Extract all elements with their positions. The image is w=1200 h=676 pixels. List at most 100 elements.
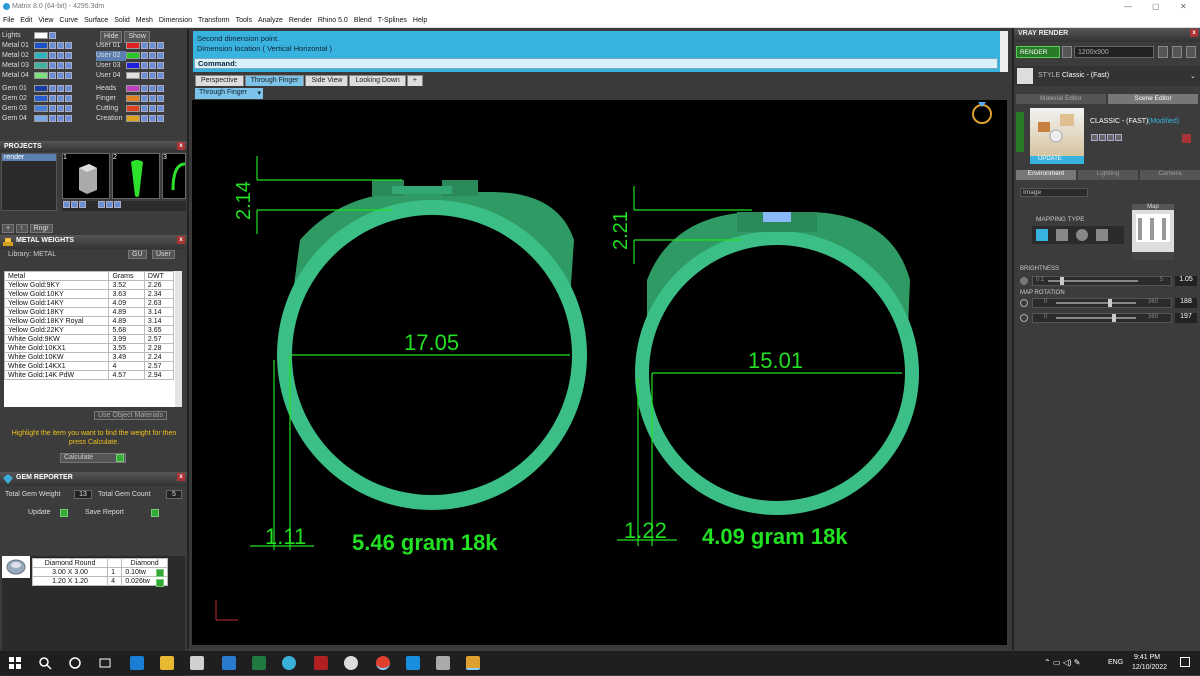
menu-analyze[interactable]: Analyze [255, 14, 286, 24]
table-row[interactable]: Yellow Gold:9KY 3.52 2.26 [4, 280, 175, 290]
lock-icon[interactable] [57, 61, 64, 69]
rotation-value-2[interactable]: 197 [1175, 313, 1197, 323]
preset-tool-icon[interactable] [1115, 134, 1122, 141]
table-row[interactable]: White Gold:10KW 3.49 2.24 [4, 352, 175, 362]
total-gem-count-field[interactable]: 5 [166, 490, 182, 499]
menu-view[interactable]: View [35, 14, 56, 24]
project-thumb[interactable]: 1 [62, 153, 110, 199]
select-icon[interactable] [157, 51, 164, 59]
save-icon[interactable] [1172, 46, 1182, 58]
map-sphere-icon[interactable] [1076, 229, 1088, 241]
preset-arrow[interactable] [1016, 112, 1024, 152]
map-cube-icon[interactable] [1056, 229, 1068, 241]
lock-icon[interactable] [149, 61, 156, 69]
project-thumb[interactable]: 3 [162, 153, 186, 199]
menu-blend[interactable]: Blend [351, 14, 375, 24]
table-row[interactable]: White Gold:10KX1 3.55 2.28 [4, 343, 175, 353]
eye-icon[interactable] [141, 94, 148, 102]
table-row[interactable]: White Gold:9KW 3.99 2.57 [4, 334, 175, 344]
map-plane-icon[interactable] [1036, 229, 1048, 241]
layer-color-swatch[interactable] [34, 51, 48, 59]
menu-curve[interactable]: Curve [56, 14, 81, 24]
project-list[interactable]: render [1, 153, 57, 211]
layer-row[interactable]: Gem 02 [2, 94, 92, 104]
close-icon[interactable]: x [177, 142, 185, 150]
menu-transform[interactable]: Transform [195, 14, 233, 24]
select-icon[interactable] [157, 114, 164, 122]
select-icon[interactable] [157, 84, 164, 92]
close-button[interactable]: ✕ [1180, 2, 1187, 11]
select-icon[interactable] [65, 114, 72, 122]
rotation-value-1[interactable]: 188 [1175, 298, 1197, 308]
tab-material-editor[interactable]: Material Editor [1016, 94, 1106, 104]
eye-icon[interactable] [141, 51, 148, 59]
layer-color-swatch[interactable] [34, 71, 48, 79]
layer-row[interactable]: Gem 04 [2, 114, 92, 124]
eye-icon[interactable] [49, 71, 56, 79]
eye-icon[interactable] [49, 114, 56, 122]
layer-row[interactable]: Creation [96, 114, 186, 124]
edge-icon[interactable] [130, 656, 144, 670]
zalo-icon[interactable] [406, 656, 420, 670]
layer-row[interactable]: Heads [96, 84, 186, 94]
row-go-icon[interactable] [156, 569, 164, 577]
tab-through-finger[interactable]: Through Finger [244, 75, 305, 86]
lock-icon[interactable] [57, 94, 64, 102]
layer-color-swatch[interactable] [126, 41, 140, 49]
add-icon[interactable] [63, 201, 70, 208]
table-row[interactable]: Yellow Gold:18KY 4.89 3.14 [4, 307, 175, 317]
lock-icon[interactable] [57, 41, 64, 49]
eye-icon[interactable] [49, 41, 56, 49]
clock-date[interactable]: 12/10/2022 [1132, 664, 1167, 671]
tab-looking-down[interactable]: Looking Down [349, 75, 406, 86]
tab-environment[interactable]: Environment [1016, 170, 1076, 180]
preset-tool-icon[interactable] [1099, 134, 1106, 141]
layer-row[interactable]: Metal 04 [2, 71, 92, 81]
gear-icon[interactable] [344, 656, 358, 670]
table-row[interactable]: White Gold:14KX1 4 2.57 [4, 361, 175, 371]
close-icon[interactable]: x [177, 473, 185, 481]
close-icon[interactable]: x [1190, 29, 1198, 37]
ring-button[interactable]: Rngr [29, 224, 53, 233]
lock-icon[interactable] [149, 104, 156, 112]
layer-row[interactable]: Gem 03 [2, 104, 92, 114]
menu-tools[interactable]: Tools [233, 14, 255, 24]
rhino-icon[interactable] [436, 656, 450, 670]
layer-color-swatch[interactable] [34, 84, 48, 92]
eye-icon[interactable] [141, 71, 148, 79]
tab-scene-editor[interactable]: Scene Editor [1108, 94, 1198, 104]
environment-type-select[interactable]: Image [1020, 188, 1088, 197]
menu-file[interactable]: File [0, 14, 17, 24]
project-item[interactable]: render [2, 154, 56, 161]
lock-icon[interactable] [57, 114, 64, 122]
up-button[interactable]: ↑ [16, 224, 28, 233]
mail-icon[interactable] [222, 656, 236, 670]
layer-color-swatch[interactable] [34, 114, 48, 122]
lock-icon[interactable] [149, 71, 156, 79]
rotation-handle[interactable] [1108, 299, 1112, 307]
viewport-title[interactable]: Through Finger ▾ [195, 88, 263, 99]
layer-row[interactable]: Metal 02 [2, 51, 92, 61]
layer-color-swatch[interactable] [126, 84, 140, 92]
use-object-materials-button[interactable]: Use Object Materials [94, 411, 167, 420]
file-explorer-icon[interactable] [160, 656, 174, 670]
project-thumb[interactable]: 2 [112, 153, 160, 199]
col-header[interactable]: Diamond [121, 558, 168, 568]
tab-camera[interactable]: Camera [1140, 170, 1200, 180]
eye-icon[interactable] [141, 41, 148, 49]
select-icon[interactable] [65, 94, 72, 102]
app-icon[interactable] [282, 656, 296, 670]
chrome-icon[interactable] [376, 656, 390, 670]
layer-row[interactable]: Cutting [96, 104, 186, 114]
windows-start-icon[interactable] [8, 656, 22, 670]
col-header[interactable]: Metal [4, 271, 110, 281]
table-row[interactable]: Yellow Gold:22KY 5.68 3.65 [4, 325, 175, 335]
gu-button[interactable]: GU [128, 250, 147, 259]
add-icon[interactable] [98, 201, 105, 208]
layer-color-swatch[interactable] [126, 71, 140, 79]
select-icon[interactable] [157, 61, 164, 69]
brightness-handle[interactable] [1060, 277, 1064, 285]
eye-icon[interactable] [141, 104, 148, 112]
select-icon[interactable] [65, 41, 72, 49]
layer-row[interactable]: Finger [96, 94, 186, 104]
